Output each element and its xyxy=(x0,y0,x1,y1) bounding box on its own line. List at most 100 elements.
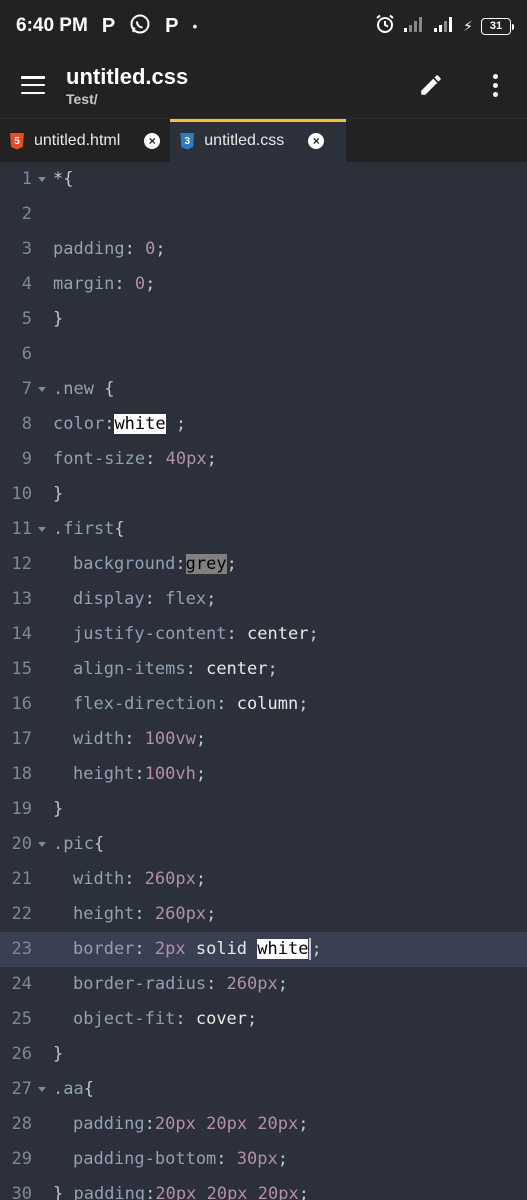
code-token: color xyxy=(53,414,105,434)
code-token: : xyxy=(134,939,155,959)
line-number: 22 xyxy=(0,897,52,932)
alarm-icon xyxy=(375,14,395,39)
more-options-button[interactable] xyxy=(463,52,527,118)
code-token: ; xyxy=(308,624,319,644)
code-token: : xyxy=(134,904,155,924)
code-token: : xyxy=(175,554,186,574)
code-line[interactable]: 11 .first{ xyxy=(0,512,527,547)
code-token: solid xyxy=(185,939,258,959)
code-line[interactable]: 17 width: 100vw; xyxy=(0,722,527,757)
code-line[interactable]: 20 .pic{ xyxy=(0,827,527,862)
code-line[interactable]: 25 object-fit: cover; xyxy=(0,1002,527,1037)
line-number-text: 15 xyxy=(11,659,32,679)
line-number-text: 21 xyxy=(11,869,32,889)
line-number-text: 19 xyxy=(11,799,32,819)
line-number: 8 xyxy=(0,407,52,442)
code-token: : xyxy=(216,694,237,714)
code-token: : xyxy=(114,274,135,294)
code-token: align-items xyxy=(73,659,186,679)
whatsapp-icon xyxy=(129,13,151,40)
signal-icon xyxy=(403,16,425,37)
code-line[interactable]: 16 flex-direction: column; xyxy=(0,687,527,722)
code-text: display: flex; xyxy=(52,582,216,617)
code-text: height:100vh; xyxy=(52,757,206,792)
code-line[interactable]: 30} padding:20px 20px 20px; xyxy=(0,1177,527,1200)
fold-arrow-icon[interactable] xyxy=(38,1087,46,1092)
code-line[interactable]: 10} xyxy=(0,477,527,512)
line-number-text: 17 xyxy=(11,729,32,749)
line-number-text: 12 xyxy=(11,554,32,574)
code-token: .new xyxy=(53,379,94,399)
line-number: 15 xyxy=(0,652,52,687)
code-line[interactable]: 15 align-items: center; xyxy=(0,652,527,687)
file-title: untitled.css xyxy=(66,64,189,89)
code-token: 20px xyxy=(257,1114,299,1134)
code-text: } xyxy=(52,1037,63,1072)
code-token: } xyxy=(53,1184,74,1200)
code-line[interactable]: 14 justify-content: center; xyxy=(0,617,527,652)
code-line[interactable]: 4 margin: 0; xyxy=(0,267,527,302)
code-line[interactable]: 19} xyxy=(0,792,527,827)
line-number: 17 xyxy=(0,722,52,757)
close-icon[interactable]: × xyxy=(144,133,161,149)
code-line[interactable]: 27 .aa{ xyxy=(0,1072,527,1107)
tab-untitled-html[interactable]: 5 untitled.html × xyxy=(0,119,170,163)
line-number: 26 xyxy=(0,1037,52,1072)
charging-icon: ⚡ xyxy=(463,17,473,34)
code-token: 30px xyxy=(236,1149,278,1169)
code-text: color:white ; xyxy=(52,407,186,442)
line-number-text: 6 xyxy=(21,344,32,364)
code-line[interactable]: 3 padding: 0; xyxy=(0,232,527,267)
code-text: object-fit: cover; xyxy=(52,1002,257,1037)
code-token: : xyxy=(124,729,145,749)
code-token: : xyxy=(185,659,207,679)
status-bar: 6:40 PM P P • ⚡ 31 xyxy=(0,0,527,52)
code-text: } xyxy=(52,792,63,827)
code-line[interactable]: 8 color:white ; xyxy=(0,407,527,442)
code-line-current[interactable]: 23 border: 2px solid white; xyxy=(0,932,527,967)
code-line[interactable]: 26} xyxy=(0,1037,527,1072)
code-line[interactable]: 21 width: 260px; xyxy=(0,862,527,897)
code-line[interactable]: 7 .new { xyxy=(0,372,527,407)
code-token: : xyxy=(175,1009,196,1029)
edit-button[interactable] xyxy=(399,52,463,118)
code-token: *{ xyxy=(53,169,74,189)
code-line[interactable]: 13 display: flex; xyxy=(0,582,527,617)
fold-arrow-icon[interactable] xyxy=(38,177,46,182)
code-token: background xyxy=(73,554,176,574)
menu-button[interactable] xyxy=(0,52,66,118)
fold-arrow-icon[interactable] xyxy=(38,527,46,532)
line-number: 20 xyxy=(0,827,52,862)
code-text: border: 2px solid white; xyxy=(52,932,322,967)
fold-arrow-icon[interactable] xyxy=(38,842,46,847)
code-token: ; xyxy=(195,869,207,889)
code-line[interactable]: 29 padding-bottom: 30px; xyxy=(0,1142,527,1177)
line-number: 6 xyxy=(0,337,52,372)
code-line[interactable]: 12 background:grey; xyxy=(0,547,527,582)
code-line[interactable]: 5} xyxy=(0,302,527,337)
code-token: ; xyxy=(155,239,166,259)
code-line[interactable]: 6 xyxy=(0,337,527,372)
code-line[interactable]: 9 font-size: 40px; xyxy=(0,442,527,477)
line-number: 24 xyxy=(0,967,52,1002)
fold-arrow-icon[interactable] xyxy=(38,387,46,392)
code-line[interactable]: 18 height:100vh; xyxy=(0,757,527,792)
line-number-text: 22 xyxy=(11,904,32,924)
code-token: : xyxy=(144,1114,155,1134)
line-number: 27 xyxy=(0,1072,52,1107)
code-line[interactable]: 2 xyxy=(0,197,527,232)
code-line[interactable]: 22 height: 260px; xyxy=(0,897,527,932)
tab-label: untitled.css xyxy=(204,132,285,149)
code-token: } xyxy=(53,484,64,504)
code-token: .first xyxy=(53,519,115,539)
code-editor[interactable]: 1 *{2 3 padding: 0; 4 margin: 0; 5} 6 7 .new {8 co… xyxy=(0,162,527,1200)
code-line[interactable]: 1 *{ xyxy=(0,162,527,197)
close-icon[interactable]: × xyxy=(308,133,325,149)
code-token: ; xyxy=(298,1184,309,1200)
code-token: ; xyxy=(311,939,322,959)
code-line[interactable]: 24 border-radius: 260px; xyxy=(0,967,527,1002)
tab-untitled-css[interactable]: 3 untitled.css × xyxy=(170,119,347,163)
code-line[interactable]: 28 padding:20px 20px 20px; xyxy=(0,1107,527,1142)
